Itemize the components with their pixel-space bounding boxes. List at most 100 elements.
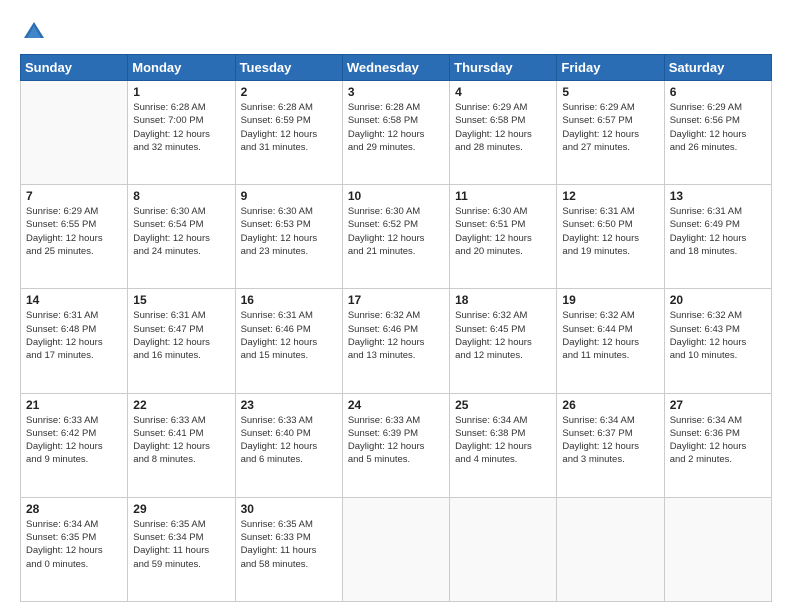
day-number: 22	[133, 398, 229, 412]
calendar-cell: 2 Sunrise: 6:28 AM Sunset: 6:59 PM Daylig…	[235, 81, 342, 185]
day-info: Sunrise: 6:32 AM Sunset: 6:46 PM Dayligh…	[348, 309, 444, 362]
day-number: 4	[455, 85, 551, 99]
day-number: 20	[670, 293, 766, 307]
week-row-5: 28 Sunrise: 6:34 AM Sunset: 6:35 PM Dayli…	[21, 497, 772, 601]
calendar-cell: 17 Sunrise: 6:32 AM Sunset: 6:46 PM Dayli…	[342, 289, 449, 393]
day-header-row: SundayMondayTuesdayWednesdayThursdayFrid…	[21, 55, 772, 81]
day-number: 16	[241, 293, 337, 307]
day-info: Sunrise: 6:32 AM Sunset: 6:44 PM Dayligh…	[562, 309, 658, 362]
calendar-cell: 24 Sunrise: 6:33 AM Sunset: 6:39 PM Dayli…	[342, 393, 449, 497]
calendar-cell: 26 Sunrise: 6:34 AM Sunset: 6:37 PM Dayli…	[557, 393, 664, 497]
day-number: 27	[670, 398, 766, 412]
day-info: Sunrise: 6:28 AM Sunset: 6:58 PM Dayligh…	[348, 101, 444, 154]
day-number: 29	[133, 502, 229, 516]
day-of-week-saturday: Saturday	[664, 55, 771, 81]
day-info: Sunrise: 6:30 AM Sunset: 6:54 PM Dayligh…	[133, 205, 229, 258]
calendar-cell: 18 Sunrise: 6:32 AM Sunset: 6:45 PM Dayli…	[450, 289, 557, 393]
calendar-cell: 23 Sunrise: 6:33 AM Sunset: 6:40 PM Dayli…	[235, 393, 342, 497]
calendar-cell: 1 Sunrise: 6:28 AM Sunset: 7:00 PM Daylig…	[128, 81, 235, 185]
calendar-cell	[450, 497, 557, 601]
day-info: Sunrise: 6:29 AM Sunset: 6:58 PM Dayligh…	[455, 101, 551, 154]
calendar-cell	[557, 497, 664, 601]
header	[20, 18, 772, 46]
day-number: 18	[455, 293, 551, 307]
day-info: Sunrise: 6:28 AM Sunset: 6:59 PM Dayligh…	[241, 101, 337, 154]
calendar-cell: 14 Sunrise: 6:31 AM Sunset: 6:48 PM Dayli…	[21, 289, 128, 393]
day-of-week-monday: Monday	[128, 55, 235, 81]
calendar-cell: 28 Sunrise: 6:34 AM Sunset: 6:35 PM Dayli…	[21, 497, 128, 601]
day-number: 21	[26, 398, 122, 412]
day-number: 2	[241, 85, 337, 99]
day-number: 19	[562, 293, 658, 307]
day-of-week-friday: Friday	[557, 55, 664, 81]
day-info: Sunrise: 6:32 AM Sunset: 6:45 PM Dayligh…	[455, 309, 551, 362]
day-number: 10	[348, 189, 444, 203]
day-info: Sunrise: 6:32 AM Sunset: 6:43 PM Dayligh…	[670, 309, 766, 362]
day-info: Sunrise: 6:34 AM Sunset: 6:35 PM Dayligh…	[26, 518, 122, 571]
day-info: Sunrise: 6:33 AM Sunset: 6:39 PM Dayligh…	[348, 414, 444, 467]
calendar-cell: 19 Sunrise: 6:32 AM Sunset: 6:44 PM Dayli…	[557, 289, 664, 393]
day-info: Sunrise: 6:30 AM Sunset: 6:53 PM Dayligh…	[241, 205, 337, 258]
calendar-cell: 27 Sunrise: 6:34 AM Sunset: 6:36 PM Dayli…	[664, 393, 771, 497]
calendar-cell: 6 Sunrise: 6:29 AM Sunset: 6:56 PM Daylig…	[664, 81, 771, 185]
calendar-cell: 16 Sunrise: 6:31 AM Sunset: 6:46 PM Dayli…	[235, 289, 342, 393]
calendar-cell: 29Sunrise: 6:35 AM Sunset: 6:34 PM Dayli…	[128, 497, 235, 601]
day-number: 17	[348, 293, 444, 307]
day-of-week-tuesday: Tuesday	[235, 55, 342, 81]
day-info: Sunrise: 6:33 AM Sunset: 6:40 PM Dayligh…	[241, 414, 337, 467]
day-info: Sunrise: 6:29 AM Sunset: 6:56 PM Dayligh…	[670, 101, 766, 154]
calendar-cell: 13Sunrise: 6:31 AM Sunset: 6:49 PM Dayli…	[664, 185, 771, 289]
day-number: 11	[455, 189, 551, 203]
calendar-cell	[664, 497, 771, 601]
calendar-cell: 9 Sunrise: 6:30 AM Sunset: 6:53 PM Daylig…	[235, 185, 342, 289]
day-number: 28	[26, 502, 122, 516]
day-info: Sunrise: 6:31 AM Sunset: 6:49 PM Dayligh…	[670, 205, 766, 258]
day-number: 1	[133, 85, 229, 99]
day-info: Sunrise: 6:29 AM Sunset: 6:55 PM Dayligh…	[26, 205, 122, 258]
calendar-cell: 21 Sunrise: 6:33 AM Sunset: 6:42 PM Dayli…	[21, 393, 128, 497]
day-number: 6	[670, 85, 766, 99]
calendar-cell: 4 Sunrise: 6:29 AM Sunset: 6:58 PM Daylig…	[450, 81, 557, 185]
day-number: 30	[241, 502, 337, 516]
week-row-3: 14 Sunrise: 6:31 AM Sunset: 6:48 PM Dayli…	[21, 289, 772, 393]
page: SundayMondayTuesdayWednesdayThursdayFrid…	[0, 0, 792, 612]
calendar-cell: 30Sunrise: 6:35 AM Sunset: 6:33 PM Dayli…	[235, 497, 342, 601]
day-number: 24	[348, 398, 444, 412]
day-of-week-sunday: Sunday	[21, 55, 128, 81]
day-number: 15	[133, 293, 229, 307]
day-number: 25	[455, 398, 551, 412]
calendar-cell	[342, 497, 449, 601]
day-info: Sunrise: 6:31 AM Sunset: 6:48 PM Dayligh…	[26, 309, 122, 362]
day-info: Sunrise: 6:31 AM Sunset: 6:47 PM Dayligh…	[133, 309, 229, 362]
day-number: 14	[26, 293, 122, 307]
week-row-1: 1 Sunrise: 6:28 AM Sunset: 7:00 PM Daylig…	[21, 81, 772, 185]
day-of-week-wednesday: Wednesday	[342, 55, 449, 81]
day-info: Sunrise: 6:34 AM Sunset: 6:36 PM Dayligh…	[670, 414, 766, 467]
day-number: 3	[348, 85, 444, 99]
day-number: 12	[562, 189, 658, 203]
calendar-cell: 7 Sunrise: 6:29 AM Sunset: 6:55 PM Daylig…	[21, 185, 128, 289]
calendar-cell: 20 Sunrise: 6:32 AM Sunset: 6:43 PM Dayli…	[664, 289, 771, 393]
day-number: 5	[562, 85, 658, 99]
calendar-cell: 11 Sunrise: 6:30 AM Sunset: 6:51 PM Dayli…	[450, 185, 557, 289]
day-info: Sunrise: 6:33 AM Sunset: 6:42 PM Dayligh…	[26, 414, 122, 467]
day-info: Sunrise: 6:34 AM Sunset: 6:37 PM Dayligh…	[562, 414, 658, 467]
logo-icon	[20, 18, 48, 46]
day-info: Sunrise: 6:30 AM Sunset: 6:52 PM Dayligh…	[348, 205, 444, 258]
day-number: 23	[241, 398, 337, 412]
day-info: Sunrise: 6:31 AM Sunset: 6:46 PM Dayligh…	[241, 309, 337, 362]
day-info: Sunrise: 6:31 AM Sunset: 6:50 PM Dayligh…	[562, 205, 658, 258]
calendar-cell	[21, 81, 128, 185]
day-info: Sunrise: 6:28 AM Sunset: 7:00 PM Dayligh…	[133, 101, 229, 154]
calendar-cell: 8Sunrise: 6:30 AM Sunset: 6:54 PM Daylig…	[128, 185, 235, 289]
calendar-cell: 25Sunrise: 6:34 AM Sunset: 6:38 PM Dayli…	[450, 393, 557, 497]
week-row-2: 7 Sunrise: 6:29 AM Sunset: 6:55 PM Daylig…	[21, 185, 772, 289]
day-info: Sunrise: 6:30 AM Sunset: 6:51 PM Dayligh…	[455, 205, 551, 258]
day-number: 9	[241, 189, 337, 203]
day-info: Sunrise: 6:29 AM Sunset: 6:57 PM Dayligh…	[562, 101, 658, 154]
day-number: 26	[562, 398, 658, 412]
day-of-week-thursday: Thursday	[450, 55, 557, 81]
calendar: SundayMondayTuesdayWednesdayThursdayFrid…	[20, 54, 772, 602]
day-number: 7	[26, 189, 122, 203]
calendar-cell: 12 Sunrise: 6:31 AM Sunset: 6:50 PM Dayli…	[557, 185, 664, 289]
